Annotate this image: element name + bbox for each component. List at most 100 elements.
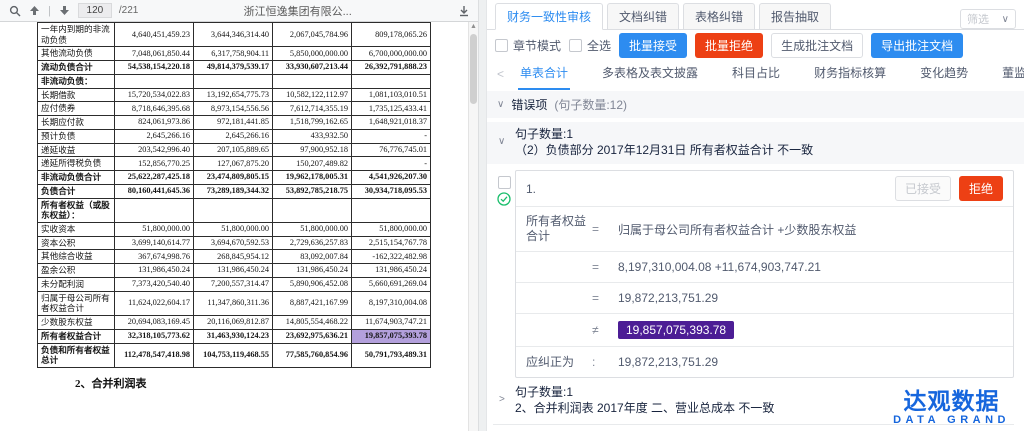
rule-subtab[interactable]: 董监高人员 bbox=[1000, 58, 1024, 90]
filter-dropdown[interactable]: 筛选 ∨ bbox=[960, 9, 1016, 29]
row-value-1: 112,478,547,418.98 bbox=[115, 343, 194, 367]
main-tab-bar: 财务一致性审核 文档纠错 表格纠错 报告抽取 筛选 ∨ bbox=[487, 0, 1024, 30]
zoom-icon[interactable] bbox=[8, 4, 21, 17]
row-value-2: 3,694,670,592.53 bbox=[194, 236, 273, 250]
document-page[interactable]: 一年内到期的非流动负债 4,640,451,459.23 3,644,346,3… bbox=[0, 22, 468, 431]
accepted-button[interactable]: 已接受 bbox=[895, 176, 951, 201]
main-tab[interactable]: 文档纠错 bbox=[607, 3, 679, 29]
page-number-input[interactable] bbox=[78, 3, 112, 18]
row-value-2: 2,645,266.16 bbox=[194, 129, 273, 143]
row-value-1: 3,699,140,614.77 bbox=[115, 236, 194, 250]
row-value-4: 11,674,903,747.21 bbox=[352, 316, 431, 330]
rule-subtab[interactable]: 科目占比 bbox=[730, 58, 782, 90]
row-label: 预计负债 bbox=[38, 129, 115, 143]
download-icon[interactable] bbox=[457, 4, 470, 17]
row-value-4: 131,986,450.24 bbox=[352, 264, 431, 278]
scrollbar-up-icon[interactable]: ▲ bbox=[469, 22, 478, 32]
row-value-1: 367,674,998.76 bbox=[115, 250, 194, 264]
batch-action-button[interactable]: 生成批注文档 bbox=[771, 33, 863, 58]
row-value-1: 131,986,450.24 bbox=[115, 264, 194, 278]
equation-operator: = bbox=[592, 260, 618, 274]
issue-checkbox[interactable] bbox=[498, 176, 511, 189]
row-value-1: 25,622,287,425.18 bbox=[115, 171, 194, 185]
equation-value: 19,857,075,393.78 bbox=[618, 321, 734, 339]
row-value-1: 32,318,105,773.62 bbox=[115, 329, 194, 343]
rule-subtab[interactable]: 变化趋势 bbox=[918, 58, 970, 90]
issue-card-buttons: 已接受 拒绝 bbox=[895, 176, 1003, 201]
row-label: 长期借款 bbox=[38, 88, 115, 102]
document-scrollbar[interactable]: ▲ bbox=[468, 22, 478, 431]
main-tab[interactable]: 报告抽取 bbox=[759, 3, 831, 29]
results-scroll-area[interactable]: ∨ 错误项 (句子数量:12) ∨ 句子数量:1 （2）负债部分 2017年12… bbox=[487, 87, 1024, 431]
row-value-1: 7,373,420,540.40 bbox=[115, 277, 194, 291]
table-row: 归属于母公司所有者权益合计 11,624,022,604.17 11,347,8… bbox=[38, 291, 431, 315]
accepted-check-icon bbox=[497, 192, 511, 206]
row-label: 盈余公积 bbox=[38, 264, 115, 278]
table-row: 流动负债合计 54,538,154,220.18 49,814,379,539.… bbox=[38, 61, 431, 75]
main-tab[interactable]: 表格纠错 bbox=[683, 3, 755, 29]
row-value-3: 150,207,489.82 bbox=[273, 157, 352, 171]
rule-subtab-bar: < 单表合计 多表格及表文披露 科目占比 财务指标核算 变化趋势 董监高人员 变… bbox=[487, 60, 1024, 87]
row-value-2: 31,463,930,124.23 bbox=[194, 329, 273, 343]
table-row: 少数股东权益 20,694,083,169.45 20,116,069,812.… bbox=[38, 316, 431, 330]
equation-value-wrap: 8,197,310,004.08 +11,674,903,747.21 bbox=[618, 260, 1003, 274]
select-all-checkbox[interactable] bbox=[569, 39, 582, 52]
row-value-4: 1,648,921,018.37 bbox=[352, 116, 431, 130]
row-label: 未分配利润 bbox=[38, 277, 115, 291]
row-value-4: 1,081,103,010.51 bbox=[352, 88, 431, 102]
batch-action-button[interactable]: 批量拒绝 bbox=[695, 33, 763, 58]
equation-value-wrap: 归属于母公司所有者权益合计 +少数股东权益 bbox=[618, 221, 1003, 238]
chevron-left-icon[interactable]: < bbox=[497, 67, 504, 81]
error-section-header[interactable]: ∨ 错误项 (句子数量:12) bbox=[487, 91, 1024, 118]
row-value-3: 14,805,554,468.22 bbox=[273, 316, 352, 330]
row-value-3: 5,890,906,452.08 bbox=[273, 277, 352, 291]
page-up-icon[interactable] bbox=[28, 4, 41, 17]
collapsed-error-item[interactable]: > 句子数量:1 2、合并利润表 2018年度 三、营业利润（亏损以"-"号填列… bbox=[493, 425, 1014, 431]
section-title: 错误项 bbox=[511, 96, 547, 113]
row-value-1: 203,542,996.40 bbox=[115, 143, 194, 157]
chevron-down-icon: ∨ bbox=[1002, 14, 1009, 25]
row-label: 递延收益 bbox=[38, 143, 115, 157]
row-value-2: 972,181,441.85 bbox=[194, 116, 273, 130]
pane-divider bbox=[478, 0, 487, 431]
batch-action-button[interactable]: 批量接受 bbox=[619, 33, 687, 58]
row-value-1: 7,048,061,850.44 bbox=[115, 47, 194, 61]
rule-subtab[interactable]: 单表合计 bbox=[518, 58, 570, 90]
row-value-4: 50,791,793,489.31 bbox=[352, 343, 431, 367]
row-value-1: 824,061,973.86 bbox=[115, 116, 194, 130]
row-value-3: 97,900,952.18 bbox=[273, 143, 352, 157]
row-label: 非流动负债合计 bbox=[38, 171, 115, 185]
row-value-2: 73,289,189,344.32 bbox=[194, 184, 273, 198]
issue-index: 1. bbox=[526, 182, 536, 196]
page-down-icon[interactable] bbox=[58, 4, 71, 17]
row-value-3: 53,892,785,218.75 bbox=[273, 184, 352, 198]
main-tab[interactable]: 财务一致性审核 bbox=[495, 3, 603, 30]
row-value-1: 2,645,266.16 bbox=[115, 129, 194, 143]
table-row: 预计负债 2,645,266.16 2,645,266.16 433,932.5… bbox=[38, 129, 431, 143]
chapter-mode-checkbox[interactable] bbox=[495, 39, 508, 52]
row-value-1: 15,720,534,022.83 bbox=[115, 88, 194, 102]
balance-sheet-table: 一年内到期的非流动负债 4,640,451,459.23 3,644,346,3… bbox=[37, 22, 431, 368]
row-label: 一年内到期的非流动负债 bbox=[38, 23, 115, 47]
select-all-label: 全选 bbox=[587, 37, 611, 54]
error-group-header[interactable]: ∨ 句子数量:1 （2）负债部分 2017年12月31日 所有者权益合计 不一致 bbox=[487, 122, 1024, 164]
row-value-2: 51,800,000.00 bbox=[194, 223, 273, 237]
rule-subtab[interactable]: 财务指标核算 bbox=[812, 58, 888, 90]
equation-row: ≠ 19,857,075,393.78 bbox=[516, 313, 1013, 346]
equation-operator: = bbox=[592, 291, 618, 305]
row-label: 其他流动负债 bbox=[38, 47, 115, 61]
collapsed-error-item[interactable]: > 句子数量:1 2、合并利润表 2017年度 二、营业总成本 不一致 bbox=[493, 378, 1014, 425]
reject-button[interactable]: 拒绝 bbox=[959, 176, 1003, 201]
batch-action-button[interactable]: 导出批注文档 bbox=[871, 33, 963, 58]
scrollbar-thumb[interactable] bbox=[470, 34, 477, 104]
row-value-1: 51,800,000.00 bbox=[115, 223, 194, 237]
chevron-down-icon: ∨ bbox=[498, 136, 505, 147]
equation-value: 19,872,213,751.29 bbox=[618, 291, 718, 305]
row-label: 实收资本 bbox=[38, 223, 115, 237]
row-value-4: 4,541,926,207.30 bbox=[352, 171, 431, 185]
group-title: （2）负债部分 2017年12月31日 所有者权益合计 不一致 bbox=[515, 142, 1014, 158]
row-value-3: 10,582,122,112.97 bbox=[273, 88, 352, 102]
row-value-1: 8,718,646,395.68 bbox=[115, 102, 194, 116]
rule-subtab[interactable]: 多表格及表文披露 bbox=[600, 58, 700, 90]
equation-value-wrap: 19,872,213,751.29 bbox=[618, 291, 1003, 305]
